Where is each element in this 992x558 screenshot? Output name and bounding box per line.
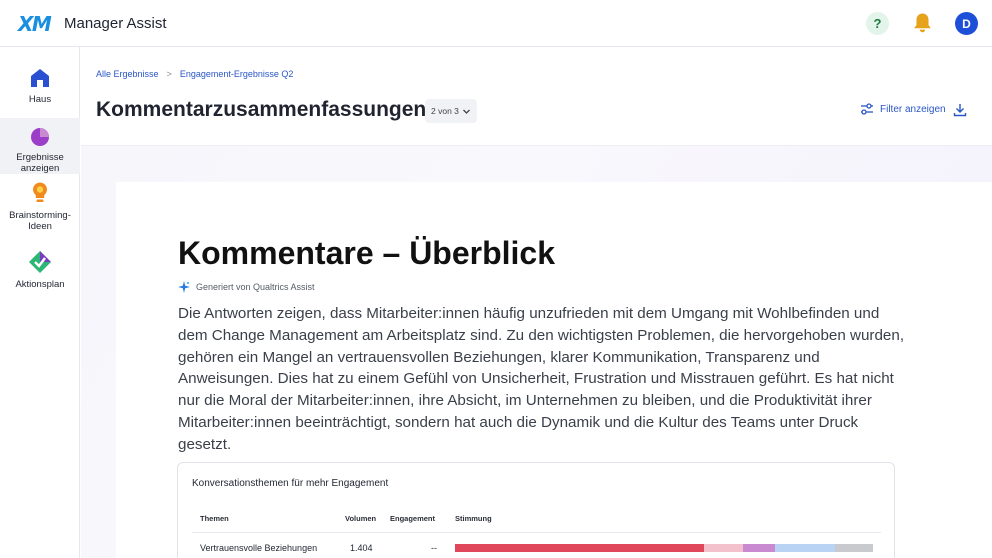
sidebar-item-action-plan[interactable]: Aktionsplan: [0, 250, 80, 294]
xm-logo[interactable]: XM: [18, 12, 52, 36]
table-divider: [192, 532, 881, 533]
action-plan-icon: [29, 251, 51, 273]
home-icon: [31, 69, 49, 87]
column-header-volume[interactable]: Volumen: [345, 514, 376, 523]
sidebar-item-label: Aktionsplan: [15, 279, 65, 290]
sidebar-item-results[interactable]: Ergebnisse anzeigen: [0, 118, 80, 174]
breadcrumb-current[interactable]: Engagement-Ergebnisse Q2: [180, 69, 294, 79]
sentiment-segment: [835, 544, 873, 552]
sentiment-segment: [774, 544, 836, 552]
row-engagement: --: [431, 543, 437, 553]
sentiment-bar: [455, 544, 873, 552]
lightbulb-icon: [33, 182, 47, 202]
page-title: Kommentarzusammenfassungen: [96, 98, 427, 121]
themes-table: Konversationsthemen für mehr Engagement …: [177, 462, 895, 558]
pie-chart-icon: [31, 128, 49, 146]
filter-icon: [861, 103, 873, 115]
page-select-value: 2 von 3: [431, 106, 459, 116]
sentiment-segment: [703, 544, 744, 552]
sidebar: Haus Ergebnisse anzeigen Brainstorming-I…: [0, 47, 80, 558]
row-theme: Vertrauensvolle Beziehungen: [200, 543, 318, 553]
sentiment-segment: [743, 544, 775, 552]
app-title: Manager Assist: [64, 15, 167, 32]
sidebar-item-label: Brainstorming-Ideen: [9, 210, 71, 232]
show-filter-label: Filter anzeigen: [880, 103, 946, 115]
breadcrumb-separator: >: [166, 69, 172, 79]
sidebar-item-label: Ergebnisse anzeigen: [16, 152, 64, 174]
themes-table-title: Konversationsthemen für mehr Engagement: [192, 478, 389, 489]
generated-by: Generiert von Qualtrics Assist: [178, 281, 315, 293]
breadcrumb-all-results[interactable]: Alle Ergebnisse: [96, 69, 159, 79]
generated-by-label: Generiert von Qualtrics Assist: [196, 282, 315, 292]
help-button[interactable]: ?: [866, 12, 889, 35]
sparkle-icon: [178, 281, 190, 293]
column-header-sentiment[interactable]: Stimmung: [455, 514, 492, 523]
column-header-theme[interactable]: Themen: [200, 514, 229, 523]
download-icon[interactable]: [953, 103, 967, 117]
chevron-down-icon: [462, 109, 470, 114]
row-volume: 1.404: [350, 543, 373, 553]
sidebar-item-brainstorming[interactable]: Brainstorming-Ideen: [0, 181, 80, 233]
column-header-engagement[interactable]: Engagement: [390, 514, 435, 523]
sidebar-item-label: Haus: [28, 94, 52, 105]
sidebar-item-home[interactable]: Haus: [0, 67, 80, 111]
summary-text: Die Antworten zeigen, dass Mitarbeiter:i…: [178, 305, 905, 453]
page-select[interactable]: 2 von 3: [425, 99, 477, 123]
user-avatar[interactable]: D: [955, 12, 978, 35]
summary-title: Kommentare – Überblick: [178, 235, 556, 271]
breadcrumb: Alle Ergebnisse > Engagement-Ergebnisse …: [96, 69, 293, 79]
help-icon: ?: [873, 16, 882, 31]
avatar-initial: D: [962, 16, 971, 31]
bell-icon[interactable]: [912, 12, 933, 34]
top-bar: XM Manager Assist ? D: [0, 0, 992, 47]
show-filter-button[interactable]: Filter anzeigen: [860, 103, 946, 115]
sentiment-segment: [455, 544, 704, 552]
